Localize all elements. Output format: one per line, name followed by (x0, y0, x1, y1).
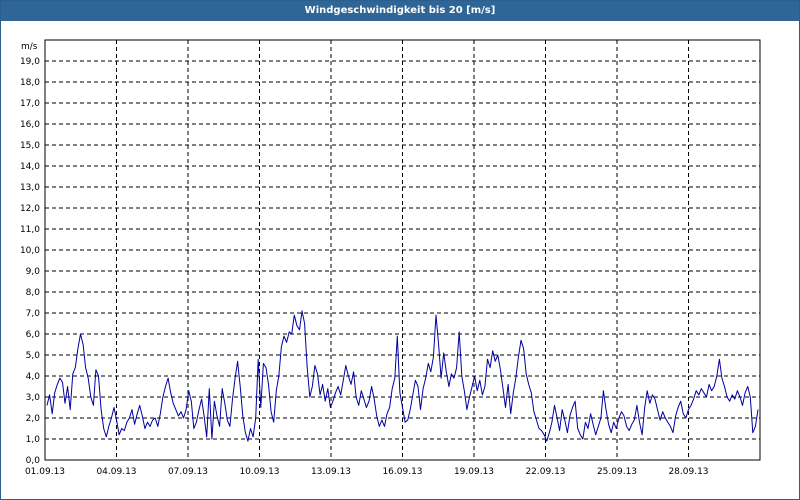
x-tick-label: 25.09.13 (597, 467, 637, 477)
x-tick-label: 10.09.13 (239, 467, 279, 477)
y-tick-label-zero: 0,0 (26, 456, 41, 466)
y-tick-label: 19,0 (20, 57, 40, 67)
y-tick-label: 2,0 (26, 414, 41, 424)
y-axis-ticks: 1,0 2,0 3,0 4,0 5,0 6,0 7,0 8,0 9,0 10,0 11,0 12,0 1… (20, 57, 40, 466)
y-tick-label: 1,0 (26, 435, 41, 445)
y-tick-label: 4,0 (26, 372, 41, 382)
grid-layer (45, 40, 760, 460)
y-tick-label: 3,0 (26, 393, 41, 403)
y-tick-label: 6,0 (26, 330, 41, 340)
x-tick-label: 22.09.13 (525, 467, 565, 477)
y-tick-label: 5,0 (26, 351, 41, 361)
x-axis-ticks: 01.09.13 04.09.13 07.09.13 10.09.13 13.09.13… (25, 467, 709, 477)
y-tick-label: 7,0 (26, 309, 41, 319)
x-tick-label: 16.09.13 (382, 467, 422, 477)
y-tick-label: 13,0 (20, 183, 40, 193)
chart-window: Windgeschwindigkeit bis 20 [m/s] m/s 1,0… (0, 0, 800, 500)
y-tick-label: 15,0 (20, 141, 40, 151)
wind-speed-chart: m/s 1,02,03,04,05,06,07,08,09,010,011,01… (20, 39, 761, 477)
y-tick-label: 14,0 (20, 162, 40, 172)
y-tick-label: 10,0 (20, 246, 40, 256)
x-tick-label: 04.09.13 (96, 467, 136, 477)
x-tick-label: 19.09.13 (454, 467, 494, 477)
y-tick-label: 9,0 (26, 267, 41, 277)
y-tick-label: 18,0 (20, 78, 40, 88)
y-tick-label: 16,0 (20, 120, 40, 130)
y-tick-label: 12,0 (20, 204, 40, 214)
x-tick-label: 07.09.13 (168, 467, 208, 477)
y-tick-label: 8,0 (26, 288, 41, 298)
y-axis-unit-label: m/s (21, 42, 38, 52)
x-tick-label: 13.09.13 (311, 467, 351, 477)
x-tick-label: 01.09.13 (25, 467, 65, 477)
y-tick-label: 11,0 (20, 225, 40, 235)
x-tick-label: 28.09.13 (668, 467, 708, 477)
y-tick-label: 17,0 (20, 99, 40, 109)
